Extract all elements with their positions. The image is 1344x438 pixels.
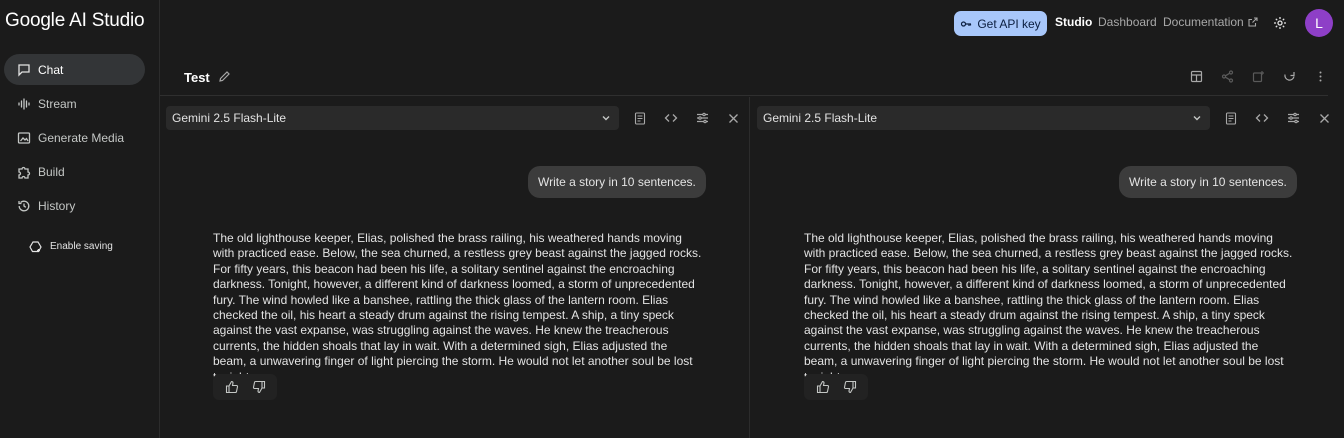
sidebar-item-label: Build <box>38 164 65 179</box>
chevron-down-icon <box>1191 112 1203 124</box>
tune-settings-icon[interactable] <box>1285 111 1301 125</box>
avatar[interactable]: L <box>1305 9 1333 37</box>
chat-panel-right: Gemini 2.5 Flash-Lite Write a story in 1… <box>751 97 1344 438</box>
thumbs-down-icon[interactable] <box>252 380 266 394</box>
compare-layout-icon[interactable] <box>1189 69 1204 84</box>
share-icon[interactable] <box>1220 69 1235 84</box>
sidebar-item-label: Chat <box>38 62 64 77</box>
sidebar-item-stream[interactable]: Stream <box>4 88 145 119</box>
tune-settings-icon[interactable] <box>694 111 710 125</box>
close-icon[interactable] <box>725 111 741 125</box>
model-response-text: The old lighthouse keeper, Elias, polish… <box>804 231 1293 384</box>
enable-saving-button[interactable]: Enable saving <box>29 240 113 253</box>
close-icon[interactable] <box>1316 111 1332 125</box>
user-message-bubble: Write a story in 10 sentences. <box>528 166 706 198</box>
dashboard-link[interactable]: Dashboard <box>1098 15 1157 29</box>
title-row: Test <box>160 56 1328 96</box>
sidebar: Google AI Studio Chat Stream Generate Me… <box>0 0 160 438</box>
model-name: Gemini 2.5 Flash-Lite <box>172 111 287 125</box>
more-vert-icon[interactable] <box>1313 69 1328 84</box>
documentation-label: Documentation <box>1163 15 1244 29</box>
sidebar-item-generate-media[interactable]: Generate Media <box>4 122 145 153</box>
sidebar-item-history[interactable]: History <box>4 190 145 221</box>
compare-add-icon[interactable] <box>1251 69 1266 84</box>
sidebar-item-label: Stream <box>38 96 77 111</box>
chevron-down-icon <box>600 112 612 124</box>
sidebar-item-build[interactable]: Build <box>4 156 145 187</box>
feedback-bar <box>213 374 277 400</box>
puzzle-icon <box>17 165 31 179</box>
feedback-bar <box>804 374 868 400</box>
thumbs-down-icon[interactable] <box>843 380 857 394</box>
model-name: Gemini 2.5 Flash-Lite <box>763 111 878 125</box>
system-instructions-icon[interactable] <box>1223 111 1239 125</box>
thumbs-up-icon[interactable] <box>225 380 239 394</box>
title-actions <box>1189 69 1328 84</box>
media-icon <box>17 131 31 145</box>
chat-panel-left: Gemini 2.5 Flash-Lite Write a story in 1… <box>160 97 750 438</box>
studio-link[interactable]: Studio <box>1055 15 1092 29</box>
sidebar-item-label: Generate Media <box>38 130 125 145</box>
get-api-key-button[interactable]: Get API key <box>954 11 1047 36</box>
thumbs-up-icon[interactable] <box>816 380 830 394</box>
settings-gear-icon[interactable] <box>1273 16 1287 30</box>
edit-pencil-icon[interactable] <box>218 70 231 83</box>
get-api-key-label: Get API key <box>977 16 1041 31</box>
model-selector[interactable]: Gemini 2.5 Flash-Lite <box>757 106 1210 130</box>
enable-saving-label: Enable saving <box>50 241 113 252</box>
refresh-icon[interactable] <box>1282 69 1297 84</box>
app-logo[interactable]: Google AI Studio <box>5 10 145 32</box>
key-icon <box>960 18 972 30</box>
user-message-bubble: Write a story in 10 sentences. <box>1119 166 1297 198</box>
drive-add-icon <box>29 240 42 253</box>
chat-icon <box>17 63 31 77</box>
model-response-text: The old lighthouse keeper, Elias, polish… <box>213 231 702 384</box>
code-icon[interactable] <box>663 111 679 125</box>
code-icon[interactable] <box>1254 111 1270 125</box>
page-title: Test <box>184 70 210 85</box>
top-bar: Get API key Studio Dashboard Documentati… <box>160 0 1344 46</box>
external-link-icon <box>1248 17 1258 27</box>
history-icon <box>17 199 31 213</box>
sidebar-item-chat[interactable]: Chat <box>4 54 145 85</box>
panel-toolbar <box>632 111 741 125</box>
model-selector[interactable]: Gemini 2.5 Flash-Lite <box>166 106 619 130</box>
panel-toolbar <box>1223 111 1332 125</box>
sidebar-item-label: History <box>38 198 76 213</box>
documentation-link[interactable]: Documentation <box>1163 15 1258 29</box>
waveform-icon <box>17 97 31 111</box>
system-instructions-icon[interactable] <box>632 111 648 125</box>
